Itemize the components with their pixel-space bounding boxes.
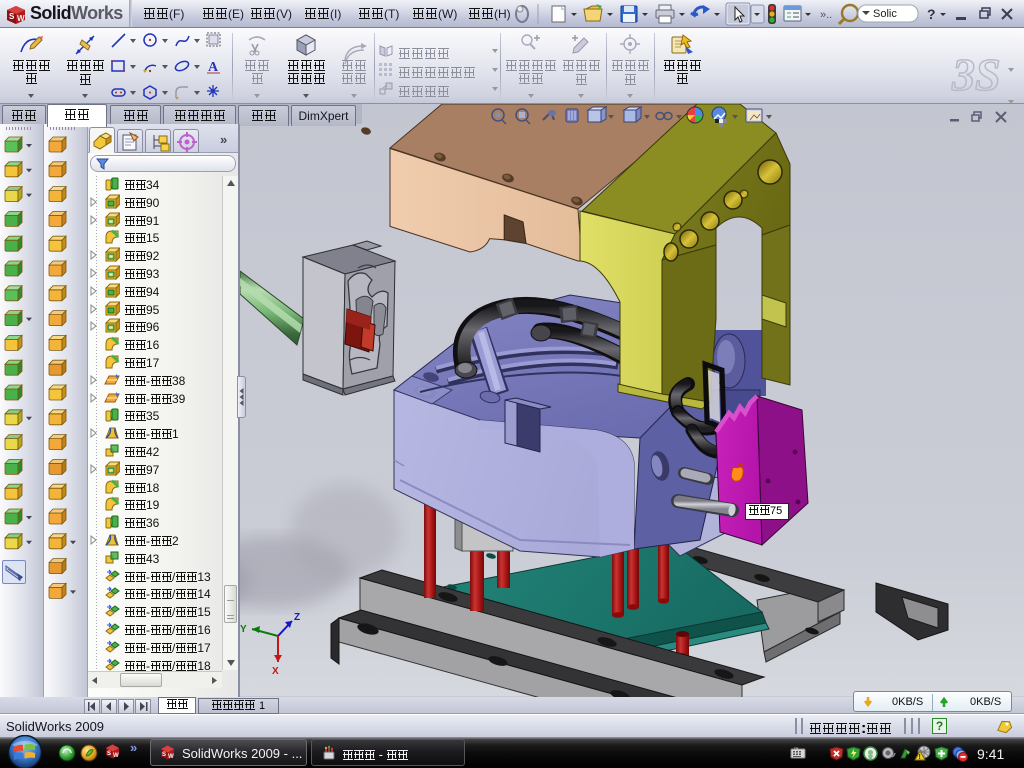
svg-text:»..: ».. [820, 9, 832, 21]
svg-text:X: X [272, 666, 279, 677]
svg-text:W: W [113, 753, 119, 759]
svg-text:Solic: Solic [873, 8, 897, 20]
svg-text:Z: Z [294, 612, 300, 623]
svg-text:W: W [168, 754, 174, 760]
svg-text:W: W [17, 14, 25, 23]
svg-text:3S: 3S [951, 49, 1001, 98]
svg-text:CH: CH [794, 747, 798, 750]
svg-text:S: S [107, 751, 111, 757]
svg-text:Y: Y [240, 624, 247, 635]
svg-text:S: S [162, 752, 166, 758]
svg-text:S: S [9, 12, 15, 21]
svg-text:?: ? [927, 6, 936, 22]
svg-text:!: ! [919, 754, 921, 761]
svg-text:A: A [208, 60, 219, 74]
